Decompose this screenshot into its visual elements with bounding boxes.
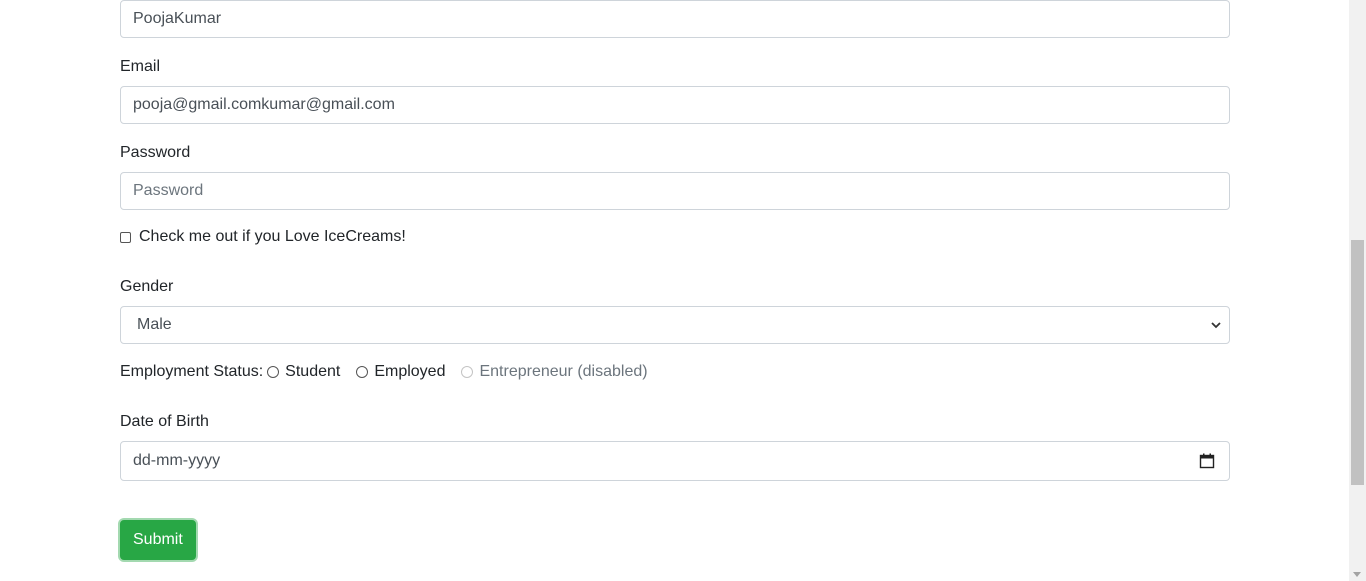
- icecream-check-row: Check me out if you Love IceCreams!: [120, 228, 406, 246]
- radio-button[interactable]: [267, 366, 280, 378]
- icecream-checkbox-label: Check me out if you Love IceCreams!: [139, 228, 406, 245]
- dob-placeholder: dd-mm-yyyy: [133, 452, 221, 469]
- chevron-down-icon: [1211, 322, 1221, 329]
- gender-label: Gender: [120, 278, 174, 295]
- calendar-icon[interactable]: [1199, 453, 1215, 469]
- gender-select[interactable]: Male: [120, 306, 1230, 344]
- radio-student-label: Student: [285, 363, 341, 380]
- scroll-down-arrow-icon[interactable]: [1353, 572, 1361, 577]
- email-label: Email: [120, 58, 161, 75]
- employment-status-row: Employment Status: Student Employed Entr…: [120, 363, 664, 381]
- dob-input[interactable]: dd-mm-yyyy: [120, 441, 1230, 481]
- icecream-checkbox[interactable]: [120, 231, 131, 243]
- vertical-scrollbar[interactable]: [1349, 0, 1366, 581]
- radio-entrepreneur-label: Entrepreneur (disabled): [479, 363, 648, 380]
- dob-label: Date of Birth: [120, 413, 209, 430]
- scrollbar-thumb[interactable]: [1351, 240, 1364, 485]
- name-input[interactable]: [120, 0, 1230, 38]
- submit-button[interactable]: Submit: [120, 520, 196, 560]
- radio-employed[interactable]: Employed: [356, 363, 445, 381]
- radio-employed-label: Employed: [374, 363, 446, 380]
- password-input[interactable]: [120, 172, 1230, 210]
- page: Email Password Check me out if you Love …: [0, 0, 1366, 581]
- radio-entrepreneur: Entrepreneur (disabled): [461, 363, 648, 381]
- password-label: Password: [120, 144, 191, 161]
- radio-student[interactable]: Student: [267, 363, 340, 381]
- radio-button[interactable]: [356, 366, 369, 378]
- gender-selected-value: Male: [137, 316, 172, 333]
- email-input[interactable]: [120, 86, 1230, 124]
- employment-status-label: Employment Status:: [120, 363, 264, 380]
- radio-button-disabled: [461, 366, 474, 378]
